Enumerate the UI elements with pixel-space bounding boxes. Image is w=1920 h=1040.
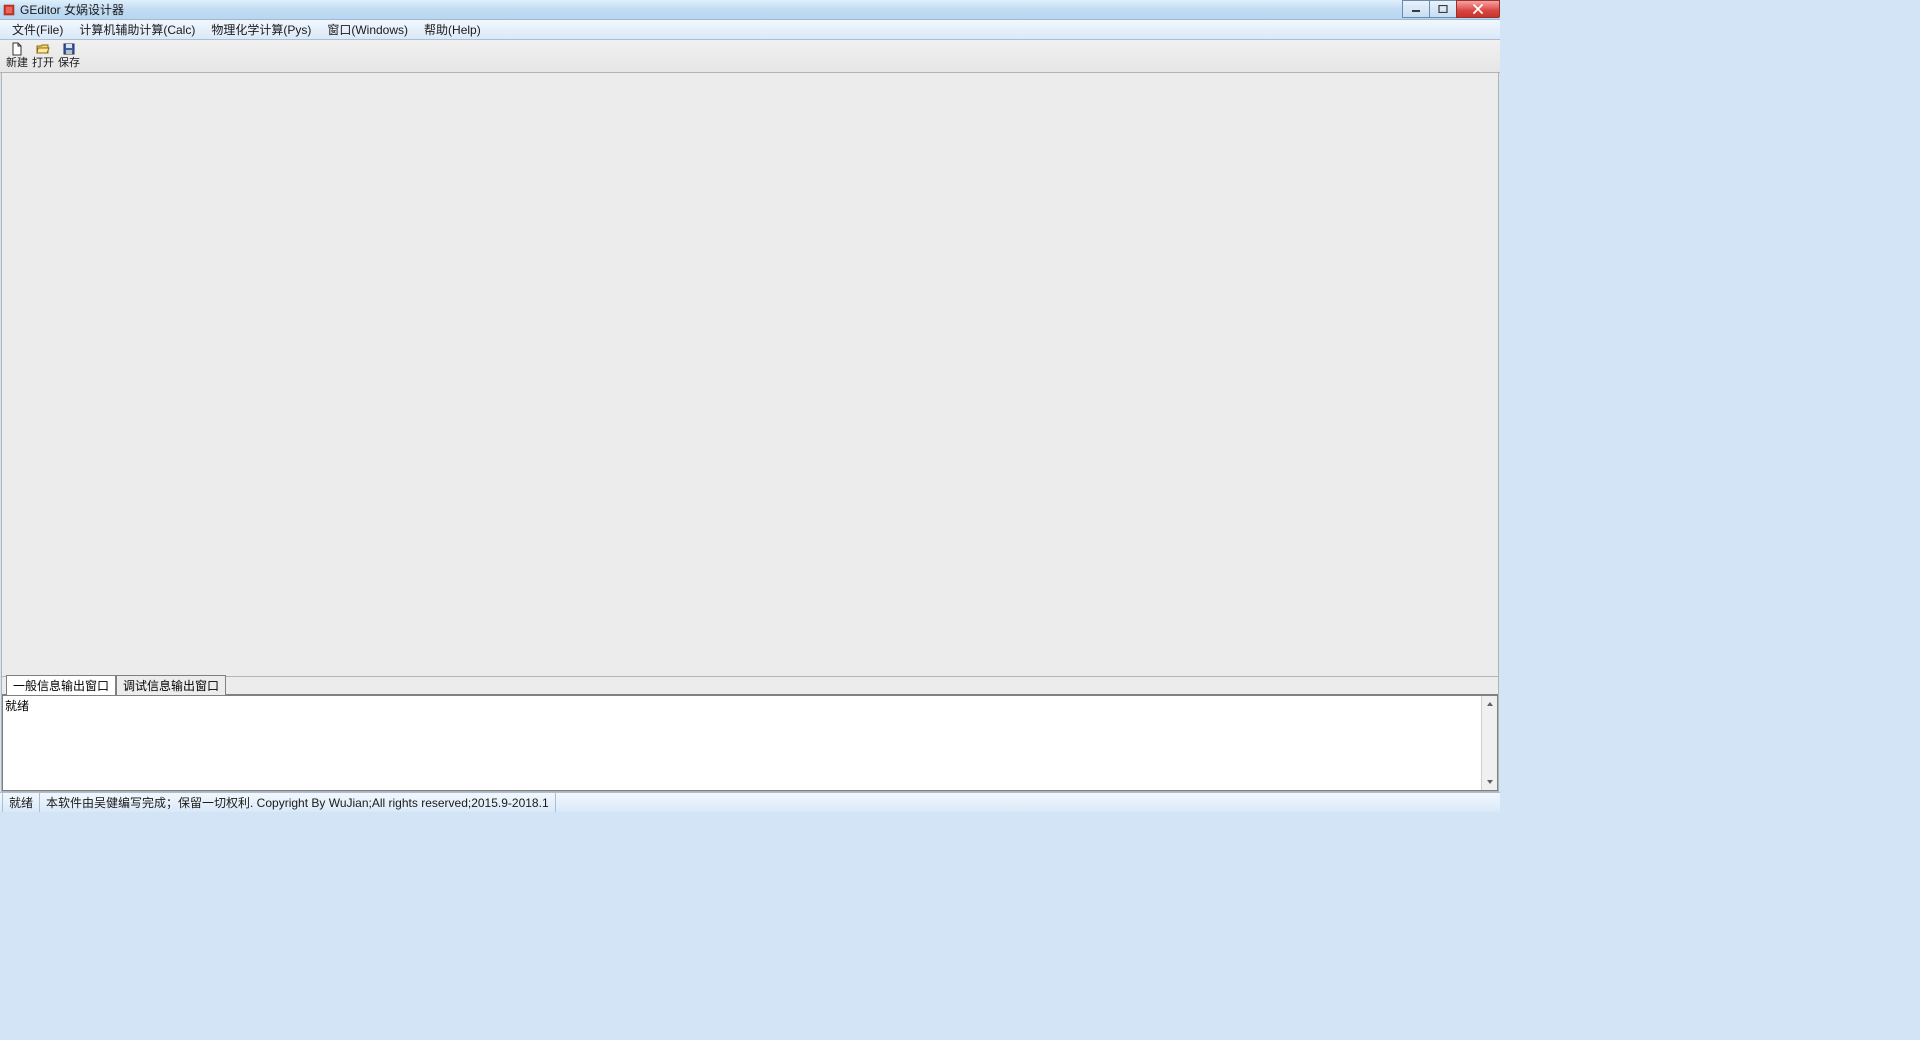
statusbar: 就绪 本软件由吴健编写完成；保留一切权利. Copyright By WuJia…	[0, 792, 1500, 812]
menu-file[interactable]: 文件(File)	[4, 20, 71, 39]
tab-debug-output[interactable]: 调试信息输出窗口	[116, 675, 226, 695]
menu-label: 计算机辅助计算(Calc)	[79, 21, 195, 38]
maximize-button[interactable]	[1429, 0, 1457, 18]
menu-label: 窗口(Windows)	[327, 21, 408, 38]
output-tabstrip: 一般信息输出窗口 调试信息输出窗口	[2, 677, 1498, 695]
menubar: 文件(File) 计算机辅助计算(Calc) 物理化学计算(Pys) 窗口(Wi…	[0, 20, 1500, 40]
new-button[interactable]: 新建	[4, 41, 30, 71]
scroll-down-icon[interactable]	[1482, 774, 1498, 790]
status-ready-label: 就绪	[9, 794, 33, 811]
output-area[interactable]: 就绪	[2, 695, 1498, 791]
status-ready: 就绪	[2, 793, 40, 812]
client-area	[1, 73, 1499, 677]
titlebar: GEditor 女娲设计器	[0, 0, 1500, 20]
window-controls	[1403, 0, 1500, 18]
save-button[interactable]: 保存	[56, 41, 82, 71]
minimize-button[interactable]	[1402, 0, 1430, 18]
toolbar-label: 保存	[58, 56, 80, 70]
output-text: 就绪	[3, 696, 1497, 715]
menu-label: 文件(File)	[12, 21, 63, 38]
output-panel: 一般信息输出窗口 调试信息输出窗口 就绪	[1, 677, 1499, 792]
menu-calc[interactable]: 计算机辅助计算(Calc)	[71, 20, 203, 39]
toolbar-label: 新建	[6, 56, 28, 70]
window-title: GEditor 女娲设计器	[20, 1, 124, 18]
toolbar-label: 打开	[32, 56, 54, 70]
status-copyright: 本软件由吴健编写完成；保留一切权利. Copyright By WuJian;A…	[40, 793, 556, 812]
tab-label: 调试信息输出窗口	[123, 679, 219, 693]
open-button[interactable]: 打开	[30, 41, 56, 71]
output-scrollbar[interactable]	[1481, 696, 1497, 790]
menu-pys[interactable]: 物理化学计算(Pys)	[203, 20, 319, 39]
open-folder-icon	[35, 42, 51, 56]
status-copyright-label: 本软件由吴健编写完成；保留一切权利. Copyright By WuJian;A…	[46, 794, 549, 811]
tab-general-output[interactable]: 一般信息输出窗口	[6, 675, 116, 695]
save-floppy-icon	[61, 42, 77, 56]
menu-windows[interactable]: 窗口(Windows)	[319, 20, 416, 39]
new-file-icon	[9, 42, 25, 56]
scroll-up-icon[interactable]	[1482, 696, 1498, 712]
menu-label: 帮助(Help)	[424, 21, 481, 38]
menu-help[interactable]: 帮助(Help)	[416, 20, 489, 39]
toolbar: 新建 打开 保存	[0, 40, 1500, 73]
app-icon	[2, 3, 16, 17]
close-button[interactable]	[1456, 0, 1500, 18]
menu-label: 物理化学计算(Pys)	[211, 21, 311, 38]
tab-label: 一般信息输出窗口	[13, 679, 109, 693]
